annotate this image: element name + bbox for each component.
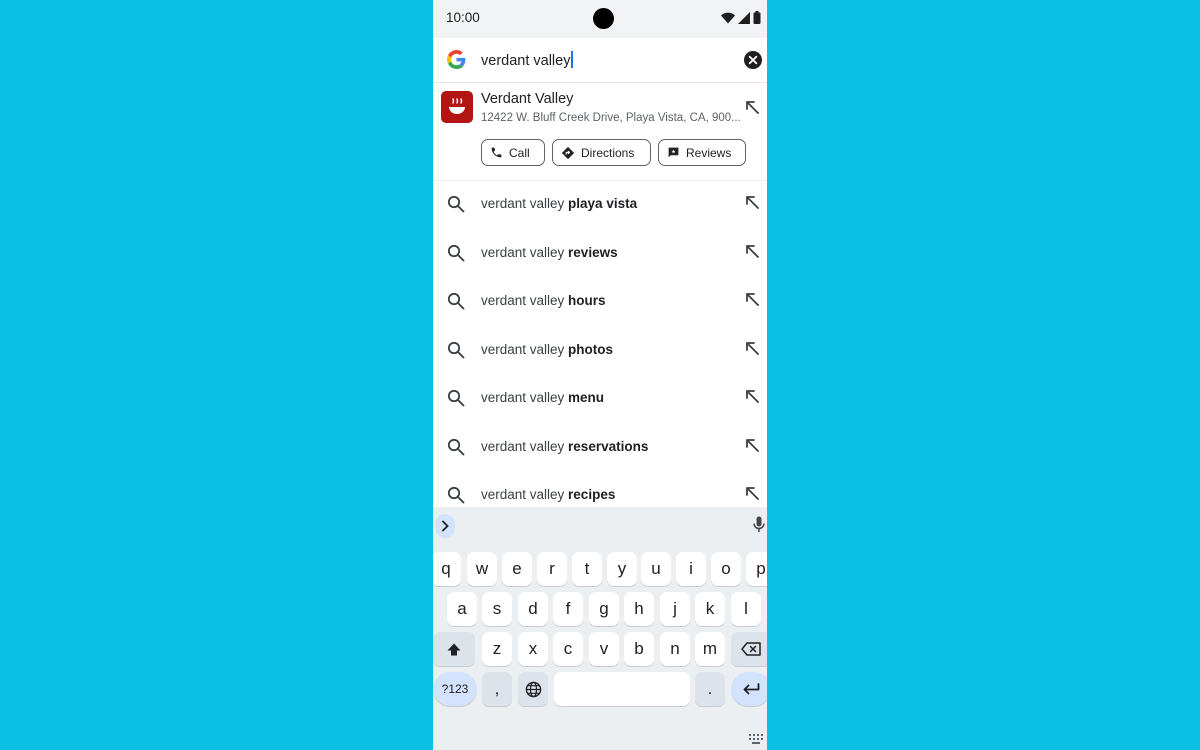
enter-key[interactable] — [731, 672, 767, 706]
entity-address: 12422 W. Bluff Creek Drive, Playa Vista,… — [481, 112, 741, 124]
suggestion-item[interactable]: verdant valley hours — [433, 277, 767, 326]
comma-key[interactable]: , — [482, 672, 512, 706]
key-f[interactable]: f — [553, 592, 583, 626]
fill-query-arrow-icon[interactable] — [745, 292, 759, 306]
reviews-label: Reviews — [686, 145, 732, 160]
restaurant-logo-icon — [441, 91, 473, 123]
fill-query-arrow-icon[interactable] — [745, 244, 759, 258]
key-q[interactable]: q — [433, 552, 461, 586]
key-v[interactable]: v — [589, 632, 619, 666]
search-icon — [447, 244, 465, 261]
search-icon — [447, 438, 465, 455]
suggestion-text: verdant valley photos — [481, 341, 614, 357]
search-icon — [447, 486, 465, 504]
directions-icon — [561, 146, 575, 159]
search-icon — [447, 195, 465, 213]
fill-query-arrow-icon[interactable] — [745, 195, 759, 209]
key-a[interactable]: a — [447, 592, 477, 626]
key-w[interactable]: w — [467, 552, 497, 586]
key-p[interactable]: p — [746, 552, 767, 586]
fill-query-arrow-icon[interactable] — [745, 100, 759, 114]
backspace-key[interactable] — [731, 632, 767, 666]
google-logo-icon — [447, 50, 466, 69]
suggestion-item[interactable]: verdant valley playa vista — [433, 180, 767, 229]
fill-query-arrow-icon[interactable] — [745, 341, 759, 355]
status-time: 10:00 — [446, 10, 480, 25]
call-button[interactable]: Call — [481, 139, 545, 166]
backspace-icon — [741, 642, 761, 656]
entity-suggestion[interactable]: Verdant Valley 12422 W. Bluff Creek Driv… — [433, 82, 767, 181]
fill-query-arrow-icon[interactable] — [745, 438, 759, 452]
signal-icon — [738, 11, 750, 24]
keyboard-toolbar-expand-button[interactable] — [435, 514, 455, 538]
text-cursor — [571, 51, 573, 68]
key-j[interactable]: j — [660, 592, 690, 626]
key-h[interactable]: h — [624, 592, 654, 626]
microphone-icon[interactable] — [753, 516, 765, 533]
symbols-key[interactable]: ?123 — [433, 672, 477, 706]
suggestion-item[interactable]: verdant valley menu — [433, 374, 767, 423]
reviews-icon — [668, 147, 679, 158]
key-d[interactable]: d — [518, 592, 548, 626]
battery-icon — [753, 11, 761, 24]
space-key[interactable] — [554, 672, 690, 706]
key-o[interactable]: o — [711, 552, 741, 586]
enter-icon — [743, 682, 760, 694]
suggestion-item[interactable]: verdant valley reviews — [433, 229, 767, 278]
clear-icon[interactable] — [744, 51, 762, 69]
suggestion-item[interactable]: verdant valley reservations — [433, 423, 767, 472]
status-bar: 10:00 — [433, 0, 767, 38]
suggestion-text: verdant valley reservations — [481, 438, 649, 454]
key-n[interactable]: n — [660, 632, 690, 666]
search-icon — [447, 341, 465, 358]
directions-label: Directions — [581, 145, 635, 160]
key-i[interactable]: i — [676, 552, 706, 586]
key-s[interactable]: s — [482, 592, 512, 626]
fill-query-arrow-icon[interactable] — [745, 486, 759, 500]
directions-button[interactable]: Directions — [552, 139, 651, 166]
suggestion-text: verdant valley recipes — [481, 487, 616, 502]
key-z[interactable]: z — [482, 632, 512, 666]
search-bar[interactable]: verdant valley — [433, 38, 767, 83]
key-c[interactable]: c — [553, 632, 583, 666]
phone-screen: 10:00 verdant valley Verdant Valley 1242… — [433, 0, 767, 750]
status-icons — [721, 11, 761, 24]
key-b[interactable]: b — [624, 632, 654, 666]
globe-icon — [525, 681, 541, 697]
call-label: Call — [509, 145, 530, 160]
keyboard-switcher-icon[interactable] — [749, 734, 763, 744]
search-icon — [447, 292, 465, 310]
language-key[interactable] — [518, 672, 548, 706]
camera-cutout — [593, 8, 614, 29]
search-icon — [447, 389, 465, 407]
suggestion-text: verdant valley playa vista — [481, 196, 638, 211]
key-r[interactable]: r — [537, 552, 567, 586]
suggestion-text: verdant valley hours — [481, 293, 606, 308]
search-input[interactable]: verdant valley — [481, 51, 573, 69]
wifi-icon — [721, 12, 735, 23]
key-g[interactable]: g — [589, 592, 619, 626]
key-u[interactable]: u — [641, 552, 671, 586]
period-key[interactable]: . — [695, 672, 725, 706]
key-k[interactable]: k — [695, 592, 725, 626]
suggestion-list: verdant valley playa vista verdant valle… — [433, 180, 767, 520]
suggestion-text: verdant valley reviews — [481, 244, 618, 260]
key-e[interactable]: e — [502, 552, 532, 586]
shift-key[interactable] — [433, 632, 475, 666]
suggestion-text: verdant valley menu — [481, 390, 605, 405]
entity-action-chips: Call Directions Reviews — [481, 139, 746, 166]
shift-icon — [447, 643, 461, 655]
reviews-button[interactable]: Reviews — [658, 139, 746, 166]
phone-icon — [491, 147, 502, 158]
on-screen-keyboard: q w e r t y u i o p a s d f g h j k l z … — [433, 507, 767, 750]
key-l[interactable]: l — [731, 592, 761, 626]
suggestion-item[interactable]: verdant valley photos — [433, 326, 767, 375]
key-m[interactable]: m — [695, 632, 725, 666]
key-x[interactable]: x — [518, 632, 548, 666]
chevron-right-icon — [442, 520, 449, 532]
key-y[interactable]: y — [607, 552, 637, 586]
entity-name: Verdant Valley — [481, 91, 574, 107]
fill-query-arrow-icon[interactable] — [745, 389, 759, 403]
key-t[interactable]: t — [572, 552, 602, 586]
